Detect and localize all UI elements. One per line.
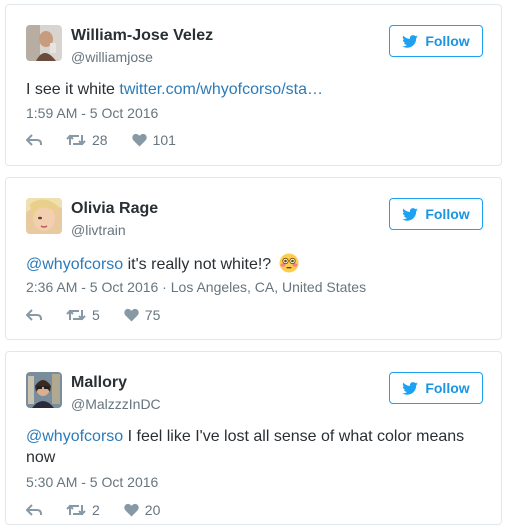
like-count: 75 bbox=[144, 307, 161, 323]
retweet-icon bbox=[66, 134, 86, 146]
avatar[interactable] bbox=[26, 372, 62, 408]
username[interactable]: @williamjose bbox=[71, 49, 153, 65]
follow-label: Follow bbox=[425, 33, 470, 49]
follow-label: Follow bbox=[425, 380, 470, 396]
reply-button[interactable] bbox=[26, 308, 42, 322]
username[interactable]: @MalzzzInDC bbox=[71, 396, 161, 412]
twitter-bird-icon bbox=[402, 207, 419, 221]
follow-button[interactable]: Follow bbox=[389, 372, 483, 404]
twitter-bird-icon bbox=[402, 381, 419, 395]
retweet-button[interactable]: 5 bbox=[66, 307, 100, 323]
flushed-face-emoji bbox=[279, 253, 299, 279]
follow-button[interactable]: Follow bbox=[389, 198, 483, 230]
display-name[interactable]: William-Jose Velez bbox=[71, 27, 213, 45]
tweet-text: @whyofcorso I feel like I've lost all se… bbox=[26, 426, 481, 468]
tweet-timestamp[interactable]: 5:30 AM - 5 Oct 2016 bbox=[26, 474, 158, 490]
like-count: 20 bbox=[144, 502, 161, 518]
retweet-button[interactable]: 2 bbox=[66, 502, 100, 518]
display-name[interactable]: Mallory bbox=[71, 374, 127, 392]
tweet-text: I see it white twitter.com/whyofcorso/st… bbox=[26, 79, 481, 100]
reply-icon bbox=[26, 309, 42, 321]
heart-icon bbox=[124, 308, 139, 322]
tweet-meta: 2:36 AM - 5 Oct 2016 · Los Angeles, CA, … bbox=[26, 279, 367, 295]
avatar[interactable] bbox=[26, 198, 62, 234]
like-button[interactable]: 75 bbox=[124, 307, 161, 323]
reply-button[interactable] bbox=[26, 133, 42, 147]
tweet-actions: 28 101 bbox=[26, 132, 200, 148]
retweet-icon bbox=[66, 309, 86, 321]
retweet-count: 5 bbox=[92, 307, 100, 323]
follow-label: Follow bbox=[425, 206, 470, 222]
retweet-count: 2 bbox=[92, 502, 100, 518]
avatar[interactable] bbox=[26, 25, 62, 61]
heart-icon bbox=[124, 503, 139, 517]
reply-icon bbox=[26, 504, 42, 516]
reply-icon bbox=[26, 134, 42, 146]
retweet-count: 28 bbox=[92, 132, 108, 148]
mention-link[interactable]: @whyofcorso bbox=[26, 428, 123, 445]
tweet-card: Mallory @MalzzzInDC Follow @whyofcorso I… bbox=[5, 351, 502, 525]
tweet-card: Olivia Rage @livtrain Follow @whyofcorso… bbox=[5, 177, 502, 340]
like-count: 101 bbox=[152, 132, 176, 148]
heart-icon bbox=[131, 133, 147, 147]
retweet-icon bbox=[66, 504, 86, 516]
tweet-timestamp[interactable]: 1:59 AM - 5 Oct 2016 bbox=[26, 105, 158, 121]
mention-link[interactable]: @whyofcorso bbox=[26, 256, 123, 273]
tweet-text-body: it's really not white!? bbox=[123, 256, 276, 273]
username[interactable]: @livtrain bbox=[71, 222, 126, 238]
tweet-text-plain: I see it white bbox=[26, 81, 120, 98]
display-name[interactable]: Olivia Rage bbox=[71, 200, 158, 218]
tweet-card: William-Jose Velez @williamjose Follow I… bbox=[5, 4, 502, 166]
reply-button[interactable] bbox=[26, 503, 42, 517]
follow-button[interactable]: Follow bbox=[389, 25, 483, 57]
tweet-actions: 2 20 bbox=[26, 502, 184, 518]
tweet-link[interactable]: twitter.com/whyofcorso/sta… bbox=[119, 81, 323, 98]
like-button[interactable]: 101 bbox=[131, 132, 176, 148]
tweet-timestamp[interactable]: 2:36 AM - 5 Oct 2016 bbox=[26, 279, 158, 295]
tweet-location[interactable]: Los Angeles, CA, United States bbox=[171, 279, 366, 295]
twitter-bird-icon bbox=[402, 34, 419, 48]
like-button[interactable]: 20 bbox=[124, 502, 161, 518]
tweet-text: @whyofcorso it's really not white!? bbox=[26, 253, 481, 279]
tweet-actions: 5 75 bbox=[26, 307, 184, 323]
retweet-button[interactable]: 28 bbox=[66, 132, 108, 148]
